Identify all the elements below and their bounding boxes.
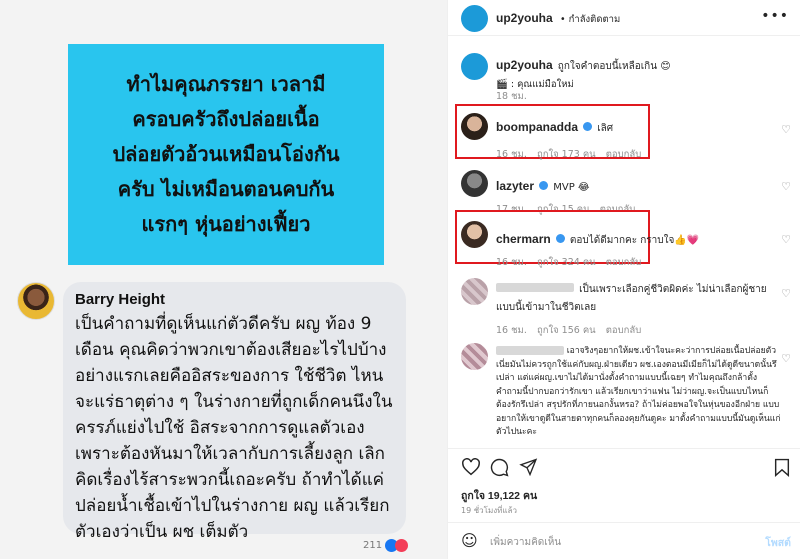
comment: chermarn ตอบได้ดีมากคะ กราบใจ👍💗 (496, 228, 699, 248)
like-heart-icon[interactable]: ♡ (781, 287, 791, 300)
save-bookmark-icon[interactable] (774, 458, 790, 477)
action-bar (448, 448, 800, 480)
reply-link[interactable]: ตอบกลับ (606, 257, 642, 268)
question-panel: ทำไมคุณภรรยา เวลามี ครอบครัวถึงปล่อยเนื้… (0, 0, 447, 559)
post-header: up2youha • กำลังติดตาม ••• (448, 0, 800, 36)
comment-text: MVP 😂 (553, 182, 590, 193)
blurred-username (496, 346, 564, 355)
reply-author-avatar (17, 282, 55, 320)
reply-bubble: Barry Height เป็นคำถามที่ดูเห็นแก่ตัวดีค… (63, 282, 406, 542)
caption-time: 18 ชม. (496, 91, 527, 102)
post-panel: up2youha • กำลังติดตาม ••• up2youha ถูกใ… (447, 0, 800, 559)
comment: เป็นเพราะเลือกคู่ชีวิตผิดค่ะ ไม่น่าเลือก… (496, 279, 781, 315)
caption-text: ถูกใจคำตอบนี้เหลือเกิน 😊 (557, 61, 671, 72)
like-heart-icon[interactable]: ♡ (781, 233, 791, 246)
comment-meta: 16 ชม. ถูกใจ 173 คน ตอบกลับ (496, 142, 641, 162)
comment-username[interactable]: chermarn (496, 232, 551, 246)
verified-badge-icon (555, 234, 565, 243)
caption-username[interactable]: up2youha (496, 58, 553, 72)
reply-reactions[interactable]: 211 (63, 538, 408, 559)
blurred-username (496, 283, 574, 292)
comment-time: 16 ชม. (496, 325, 527, 336)
caption: up2youha ถูกใจคำตอบนี้เหลือเกิน 😊 🎬 : คุ… (496, 54, 786, 92)
comment-avatar[interactable] (461, 278, 488, 305)
comment-text: เลิศ (597, 123, 614, 134)
post-author-username[interactable]: up2youha (496, 11, 553, 25)
follow-status[interactable]: • กำลังติดตาม (560, 12, 620, 27)
comment-time: 16 ชม. (496, 149, 527, 160)
like-heart-icon[interactable]: ♡ (781, 123, 791, 136)
more-options-icon[interactable]: ••• (761, 8, 789, 24)
love-reaction-icon (395, 539, 408, 552)
comment: boompanadda เลิศ (496, 116, 613, 136)
like-heart-icon[interactable] (461, 458, 481, 476)
comment: เอาจริงๆอยากให้ผช.เข้าใจนะคะว่าการปล่อยเ… (496, 345, 781, 440)
comment-text: ตอบได้ดีมากคะ กราบใจ👍💗 (569, 235, 700, 246)
post-author-avatar[interactable] (461, 5, 488, 32)
reply-author[interactable]: Barry Height (75, 291, 394, 308)
comment-avatar[interactable] (461, 113, 488, 140)
question-card: ทำไมคุณภรรยา เวลามี ครอบครัวถึงปล่อยเนื้… (68, 44, 384, 265)
question-text: ทำไมคุณภรรยา เวลามี ครอบครัวถึงปล่อยเนื้… (112, 72, 340, 236)
reply-link[interactable]: ตอบกลับ (606, 149, 642, 160)
emoji-icon[interactable]: ☺ (461, 531, 478, 550)
caption-subtext: 🎬 : คุณแม่มือใหม่ (496, 79, 574, 90)
reply-text: เป็นคำถามที่ดูเห็นแก่ตัวดีครับ ผญ ท้อง 9… (75, 314, 393, 542)
verified-badge-icon (539, 181, 549, 190)
comment-input-bar: ☺ เพิ่มความคิดเห็น โพสต์ (448, 522, 800, 559)
comment-likes[interactable]: ถูกใจ 156 คน (537, 325, 596, 336)
comment-username[interactable]: lazyter (496, 179, 534, 193)
reply-link[interactable]: ตอบกลับ (606, 325, 642, 336)
comment-likes[interactable]: ถูกใจ 173 คน (537, 149, 596, 160)
caption-avatar[interactable] (461, 53, 488, 80)
comment-avatar[interactable] (461, 221, 488, 248)
post-time[interactable]: 19 ชั่วโมงที่แล้ว (461, 504, 517, 517)
comment-icon[interactable] (490, 458, 509, 477)
reaction-count: 211 (363, 540, 383, 551)
comment-meta: 16 ชม. ถูกใจ 156 คน ตอบกลับ (496, 318, 641, 338)
comment-input[interactable]: เพิ่มความคิดเห็น (490, 535, 561, 550)
comment-time: 16 ชม. (496, 257, 527, 268)
post-comment-button[interactable]: โพสต์ (765, 534, 791, 551)
like-heart-icon[interactable]: ♡ (781, 180, 791, 193)
comment-likes[interactable]: ถูกใจ 324 คน (537, 257, 596, 268)
comment-text: เอาจริงๆอยากให้ผช.เข้าใจนะคะว่าการปล่อยเ… (496, 346, 781, 437)
comment: lazyter MVP 😂 (496, 175, 590, 194)
comment-avatar[interactable] (461, 343, 488, 370)
share-icon[interactable] (519, 458, 538, 476)
verified-badge-icon (583, 122, 593, 131)
like-heart-icon[interactable]: ♡ (781, 352, 791, 365)
comment-meta: 16 ชม. ถูกใจ 324 คน ตอบกลับ (496, 250, 641, 270)
post-like-count[interactable]: ถูกใจ 19,122 คน (461, 487, 537, 504)
comment-username[interactable]: boompanadda (496, 120, 578, 134)
comment-avatar[interactable] (461, 170, 488, 197)
